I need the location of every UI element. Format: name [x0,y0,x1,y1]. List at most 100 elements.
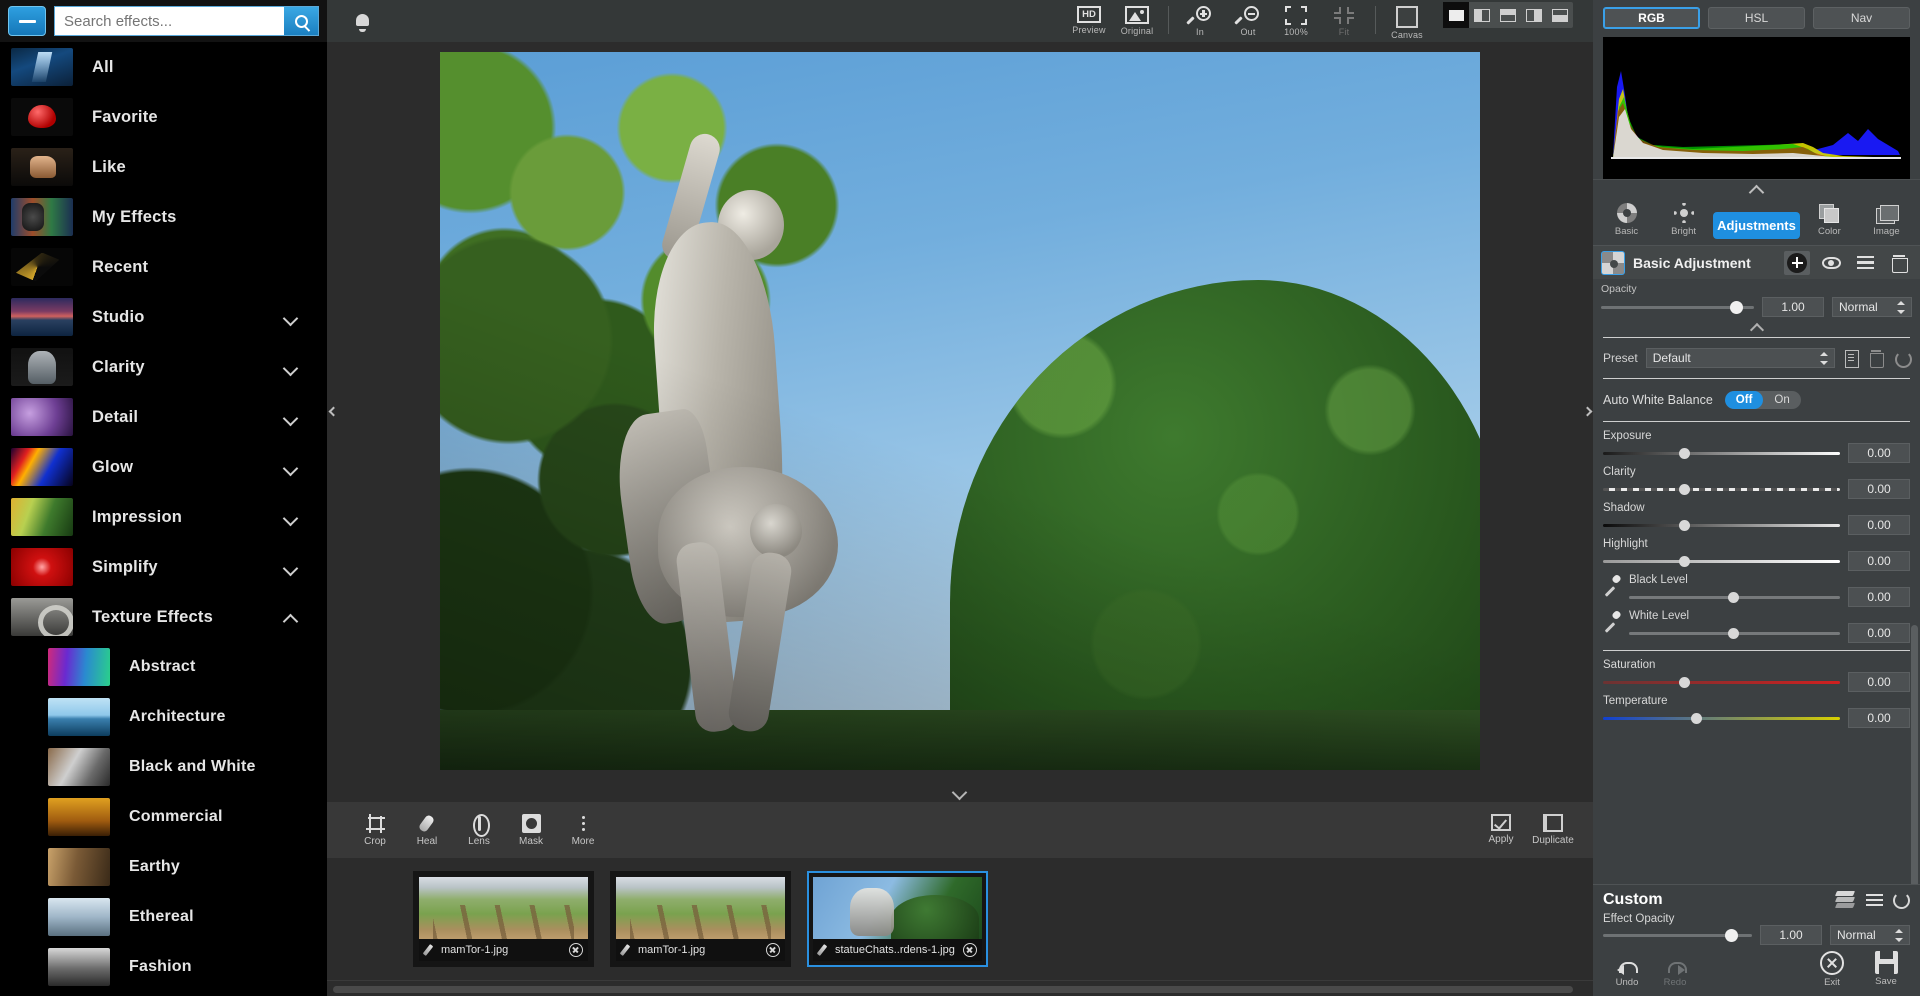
edit-icon[interactable] [818,944,830,956]
slider-track[interactable] [1603,482,1840,496]
filmstrip-thumbnail[interactable]: mamTor-1.jpg [413,871,594,967]
opacity-slider-knob[interactable] [1729,300,1743,314]
collapse-layer-section[interactable] [1593,319,1920,333]
chevron-down-icon[interactable] [284,361,297,374]
slider-knob[interactable] [1678,676,1690,688]
horizontal-scrollbar[interactable] [333,986,1573,993]
chevron-down-icon[interactable] [284,311,297,324]
sidebar-item-abstract[interactable]: Abstract [0,642,327,692]
slider-knob[interactable] [1678,555,1690,567]
slider-value[interactable]: 0.00 [1848,623,1910,643]
chevron-down-icon[interactable] [284,461,297,474]
collapse-panel-button[interactable] [8,6,46,36]
tab-color[interactable]: Color [1802,204,1857,239]
slider-knob[interactable] [1678,483,1690,495]
chevron-down-icon[interactable] [284,511,297,524]
add-layer-button[interactable] [1784,250,1810,275]
view-mode-stacked[interactable] [1547,2,1573,28]
preset-select[interactable]: Default [1645,348,1835,368]
slider-track[interactable] [1629,590,1840,604]
image-filmstrip[interactable]: mamTor-1.jpg mamTor-1.jpg statueChats..rde… [327,858,1593,980]
eyedropper-icon[interactable] [1603,610,1623,630]
layer-menu-button[interactable] [1852,251,1878,275]
more-tools-button[interactable]: More [557,814,609,847]
slider-track[interactable] [1603,554,1840,568]
panel-vertical-scrollbar[interactable] [1911,625,1918,884]
slider-value[interactable]: 0.00 [1848,587,1910,607]
effect-blend-mode-select[interactable]: Normal [1830,925,1910,945]
slider-knob[interactable] [1728,627,1740,639]
tab-basic[interactable]: Basic [1599,203,1654,239]
opacity-value[interactable]: 1.00 [1762,297,1824,317]
effect-opacity-value[interactable]: 1.00 [1760,925,1822,945]
collapse-right-panel-handle[interactable] [1581,394,1593,428]
save-preset-icon[interactable] [1843,349,1860,368]
slider-track[interactable] [1629,626,1840,640]
view-mode-split-horizontal[interactable] [1495,2,1521,28]
mask-tool-button[interactable]: Mask [505,813,557,847]
edit-icon[interactable] [621,944,633,956]
slider-track[interactable] [1603,446,1840,460]
close-icon[interactable] [963,943,977,957]
tab-image[interactable]: Image [1859,205,1914,239]
filmstrip-thumbnail[interactable]: mamTor-1.jpg [610,871,791,967]
sidebar-item-glow[interactable]: Glow [0,442,327,492]
awb-on-option[interactable]: On [1763,391,1800,409]
sidebar-item-texture-effects[interactable]: Texture Effects [0,592,327,642]
slider-value[interactable]: 0.00 [1848,551,1910,571]
duplicate-button[interactable]: Duplicate [1527,814,1579,846]
chevron-down-icon[interactable] [284,411,297,424]
image-canvas[interactable] [327,42,1593,780]
effect-opacity-knob[interactable] [1725,928,1739,942]
view-mode-side-by-side[interactable] [1521,2,1547,28]
edit-icon[interactable] [424,944,436,956]
sidebar-item-detail[interactable]: Detail [0,392,327,442]
sidebar-item-recent[interactable]: Recent [0,242,327,292]
view-mode-split-vertical[interactable] [1469,2,1495,28]
slider-value[interactable]: 0.00 [1848,479,1910,499]
histogram-tab-rgb[interactable]: RGB [1603,7,1700,29]
reset-icon[interactable] [1893,891,1910,909]
slider-track[interactable] [1603,518,1840,532]
layers-icon[interactable] [1834,891,1856,909]
canvas-button[interactable]: Canvas [1383,2,1431,40]
sidebar-item-all[interactable]: All [0,42,327,92]
slider-knob[interactable] [1728,591,1740,603]
delete-layer-button[interactable] [1886,251,1912,275]
sidebar-item-earthy[interactable]: Earthy [0,842,327,892]
sidebar-item-studio[interactable]: Studio [0,292,327,342]
close-icon[interactable] [766,943,780,957]
exit-button[interactable]: Exit [1808,951,1856,988]
sidebar-item-simplify[interactable]: Simplify [0,542,327,592]
eyedropper-icon[interactable] [1603,574,1623,594]
sidebar-item-commercial[interactable]: Commercial [0,792,327,842]
tab-adjustments[interactable]: Adjustments [1713,212,1800,239]
sidebar-item-architecture[interactable]: Architecture [0,692,327,742]
effect-opacity-slider[interactable] [1603,928,1752,942]
histogram-tab-hsl[interactable]: HSL [1708,7,1805,29]
redo-button[interactable]: Redo [1651,959,1699,988]
notifications-button[interactable] [327,13,397,32]
slider-track[interactable] [1603,675,1840,689]
preview-hd-button[interactable]: HD Preview [1065,2,1113,35]
search-input[interactable] [55,7,284,35]
reset-preset-icon[interactable] [1893,349,1912,368]
chevron-up-icon[interactable] [284,611,297,624]
slider-value[interactable]: 0.00 [1848,708,1910,728]
sidebar-item-clarity[interactable]: Clarity [0,342,327,392]
effects-category-list[interactable]: All Favorite Like My Effects Recent Studio Cla… [0,42,327,996]
filmstrip-thumbnail[interactable]: statueChats..rdens-1.jpg [807,871,988,967]
sidebar-item-my-effects[interactable]: My Effects [0,192,327,242]
auto-white-balance-toggle[interactable]: Off On [1724,391,1801,409]
original-button[interactable]: Original [1113,2,1161,36]
search-field-wrap[interactable] [54,6,319,36]
collapse-histogram[interactable] [1593,179,1920,197]
tab-bright[interactable]: Bright [1656,203,1711,239]
slider-knob[interactable] [1678,519,1690,531]
zoom-in-button[interactable]: In [1176,2,1224,37]
hamburger-icon[interactable] [1866,893,1883,907]
sidebar-item-black-and-white[interactable]: Black and White [0,742,327,792]
sidebar-item-fashion[interactable]: Fashion [0,942,327,992]
sidebar-item-like[interactable]: Like [0,142,327,192]
view-mode-single[interactable] [1443,2,1469,28]
